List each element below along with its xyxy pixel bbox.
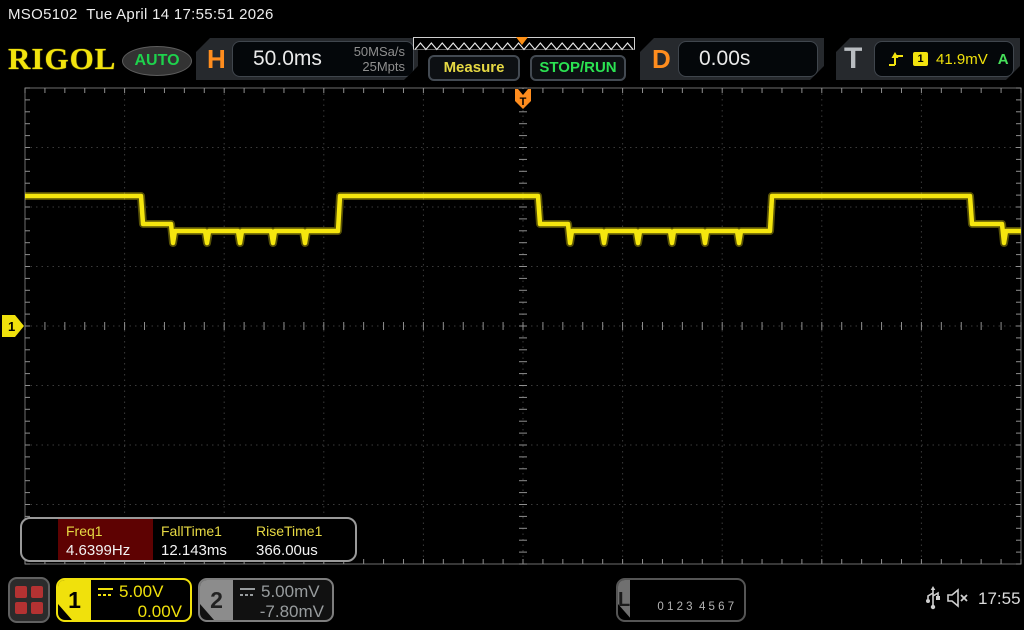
dc-coupling-icon	[97, 587, 114, 598]
channel-2-number: 2	[200, 580, 233, 620]
logic-channels-badge[interactable]: L 0 1 2 3 4 5 6 7 8 9 1011 12131415	[616, 578, 746, 622]
channel-2-offset: -7.80mV	[239, 602, 324, 622]
measurement-item-freq1[interactable]: Freq1 4.6399Hz	[58, 519, 153, 560]
measurement-item-falltime1[interactable]: FallTime1 12.143ms	[153, 519, 248, 560]
channel-1-info: 5.00V 0.00V	[91, 580, 190, 620]
measurement-item-risetime1[interactable]: RiseTime1 366.00us	[248, 519, 343, 560]
measurement-label: Freq1	[66, 523, 153, 539]
menu-grid-icon[interactable]	[8, 577, 50, 623]
measurement-value: 12.143ms	[161, 542, 248, 559]
channel-2-info: 5.00mV -7.80mV	[233, 580, 332, 620]
measurement-panel: Freq1 4.6399Hz FallTime1 12.143ms RiseTi…	[20, 517, 357, 562]
grid-icon-square	[15, 586, 27, 598]
svg-text:1: 1	[8, 319, 15, 334]
logic-channel-numbers: 0 1 2 3 4 5 6 7 8 9 1011 12131415	[630, 580, 746, 620]
measurement-label: FallTime1	[161, 523, 248, 539]
channel-1-scale: 5.00V	[119, 582, 163, 602]
channel-1-position-marker[interactable]: 1	[2, 315, 24, 337]
channel-1-number: 1	[58, 580, 91, 620]
dc-coupling-icon	[239, 587, 256, 598]
usb-icon	[925, 586, 941, 610]
measurement-label: RiseTime1	[256, 523, 343, 539]
grid-icon-square	[15, 602, 27, 614]
grid-icon-square	[31, 586, 43, 598]
speaker-muted-icon	[946, 588, 972, 608]
logic-label: L	[618, 580, 630, 620]
oscilloscope-screen: MSO5102 Tue April 14 17:55:51 2026 RIGOL…	[0, 0, 1024, 630]
measurement-value: 366.00us	[256, 542, 343, 559]
svg-text:T: T	[520, 96, 527, 108]
channel-1-badge[interactable]: 1 5.00V 0.00V	[56, 578, 192, 622]
measurement-value: 4.6399Hz	[66, 542, 153, 559]
channel-2-scale: 5.00mV	[261, 582, 320, 602]
clock: 17:55	[978, 589, 1021, 609]
channel-2-badge[interactable]: 2 5.00mV -7.80mV	[198, 578, 334, 622]
channel-1-offset: 0.00V	[97, 602, 182, 622]
logic-row-1: 0 1 2 3 4 5 6 7	[657, 601, 734, 613]
trigger-position-marker[interactable]: T	[515, 89, 531, 109]
grid-icon-square	[31, 602, 43, 614]
